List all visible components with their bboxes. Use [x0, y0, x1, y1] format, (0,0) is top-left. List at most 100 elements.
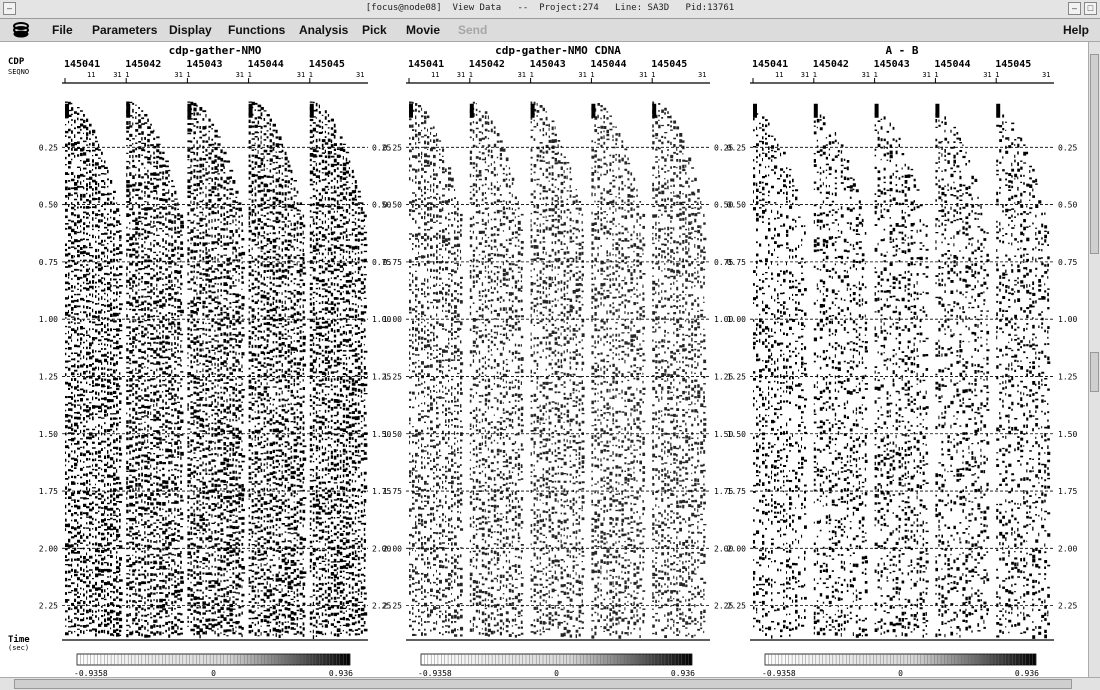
- first-break-event: [652, 103, 657, 118]
- seqno-tick-label: 31: [801, 71, 809, 79]
- seqno-tick-label: 1: [469, 71, 473, 79]
- time-unit-label: (sec): [8, 644, 29, 652]
- seismic-gather-traces: [248, 101, 307, 638]
- colorbar-mid-label: 0: [898, 669, 903, 677]
- seqno-tick-label: 31: [236, 71, 244, 79]
- cdp-label: 145041: [408, 59, 444, 70]
- seismic-gather-traces: [409, 101, 464, 637]
- seqno-tick-label: 31: [639, 71, 647, 79]
- seqno-tick-label: 1: [248, 71, 252, 79]
- first-break-event: [248, 103, 253, 118]
- horizontal-scrollbar[interactable]: [0, 677, 1100, 690]
- cdp-label: 145044: [590, 59, 626, 70]
- colorbar-mid-label: 0: [554, 669, 559, 677]
- time-tick-label-right: 1.25: [1058, 372, 1077, 381]
- seismic-gather-traces: [65, 101, 123, 637]
- time-tick-label: 1.75: [39, 487, 58, 496]
- time-tick-label-right: 0.75: [1058, 258, 1077, 267]
- time-tick-label: 1.25: [727, 372, 746, 381]
- time-tick-label: 1.00: [727, 315, 746, 324]
- time-tick-label: 2.00: [727, 544, 746, 553]
- seismic-display: cdp-gather-NMO 145041 11 145042 31 1 145043 31 1…: [0, 42, 1086, 678]
- window-title: [focus@node08] View Data -- Project:274 …: [365, 3, 735, 13]
- time-tick-label-right: 2.00: [1058, 544, 1077, 553]
- seqno-tick-label: 1: [186, 71, 190, 79]
- cdp-axis-label: CDP: [8, 57, 25, 67]
- menu-file[interactable]: File: [52, 23, 73, 37]
- seqno-tick-label: 31: [457, 71, 465, 79]
- colorbar-min-label: -0.9358: [74, 669, 108, 677]
- menu-help[interactable]: Help: [1063, 23, 1089, 37]
- colorbar-max-label: 0.936: [1015, 669, 1039, 677]
- seismic-gather-traces: [530, 101, 585, 639]
- cdp-label: 145042: [125, 59, 161, 70]
- seqno-axis-label: SEQNO: [8, 68, 29, 76]
- seqno-tick-label: 1: [813, 71, 817, 79]
- time-tick-label: 2.25: [39, 602, 58, 611]
- time-tick-label-right: 1.50: [1058, 430, 1077, 439]
- first-break-event: [874, 103, 879, 118]
- cdp-label: 145045: [995, 59, 1031, 70]
- maximize-button[interactable]: □: [1084, 2, 1097, 15]
- seismic-plot[interactable]: cdp-gather-NMO1450411114504231 114504331 1…: [0, 42, 1086, 678]
- menu-parameters[interactable]: Parameters: [92, 23, 157, 37]
- time-tick-label: 0.50: [39, 201, 58, 210]
- time-tick-label: 2.00: [383, 544, 402, 553]
- seismic-gather-traces: [652, 101, 707, 638]
- time-tick-label: 0.50: [383, 201, 402, 210]
- cdp-label: 145041: [64, 59, 100, 70]
- seqno-tick-label: 31: [356, 71, 364, 79]
- menu-send: Send: [458, 23, 488, 37]
- menu-analysis[interactable]: Analysis: [299, 23, 348, 37]
- seqno-tick-label: 31: [297, 71, 305, 79]
- time-tick-label: 1.75: [383, 487, 402, 496]
- seqno-tick-label: 1: [934, 71, 938, 79]
- seismic-gather-traces: [935, 112, 990, 638]
- time-tick-label: 0.50: [727, 201, 746, 210]
- vertical-scrollbar[interactable]: [1088, 42, 1100, 677]
- time-tick-label: 1.25: [39, 372, 58, 381]
- vertical-scroll-handle[interactable]: [1090, 352, 1099, 392]
- first-break-event: [813, 103, 818, 118]
- seqno-tick-label: 31: [862, 71, 870, 79]
- first-break-event: [309, 103, 314, 118]
- time-tick-label: 1.00: [39, 315, 58, 324]
- time-tick-label: 0.75: [39, 258, 58, 267]
- panel-title: cdp-gather-NMO: [169, 44, 262, 57]
- cdp-label: 145044: [934, 59, 970, 70]
- seqno-tick-label: 31: [1042, 71, 1050, 79]
- colorbar-ticks: [420, 654, 693, 665]
- menu-movie[interactable]: Movie: [406, 23, 440, 37]
- time-tick-label: 0.25: [727, 143, 746, 152]
- menu-functions[interactable]: Functions: [228, 23, 285, 37]
- seismic-gather-traces: [753, 113, 808, 639]
- cdp-label: 145045: [651, 59, 687, 70]
- panel-title: cdp-gather-NMO CDNA: [495, 44, 621, 57]
- app-logo-icon[interactable]: [12, 22, 30, 38]
- seqno-tick-label: 31: [518, 71, 526, 79]
- time-tick-label: 0.75: [727, 258, 746, 267]
- first-break-event: [591, 103, 596, 118]
- time-tick-label: 1.75: [727, 487, 746, 496]
- time-tick-label: 1.50: [727, 430, 746, 439]
- minimize-button[interactable]: –: [1068, 2, 1081, 15]
- menu-pick[interactable]: Pick: [362, 23, 387, 37]
- panel-title: A - B: [885, 44, 918, 57]
- gather-panel-2[interactable]: cdp-gather-NMO CDNA1450411114504231 11450…: [383, 44, 734, 678]
- gather-panel-3[interactable]: A - B1450411114504231 114504331 114504431 1…: [727, 44, 1078, 678]
- gather-panel-1[interactable]: cdp-gather-NMO1450411114504231 114504331 1…: [39, 44, 392, 678]
- time-tick-label-right: 0.50: [1058, 201, 1077, 210]
- vertical-scroll-thumb[interactable]: [1090, 54, 1099, 254]
- horizontal-scroll-thumb[interactable]: [14, 679, 1072, 689]
- seqno-tick-label: 1: [530, 71, 534, 79]
- time-tick-label: 0.25: [39, 143, 58, 152]
- time-tick-label: 2.25: [383, 602, 402, 611]
- first-break-event: [753, 103, 757, 118]
- colorbar-mid-label: 0: [211, 669, 216, 677]
- seqno-tick-label: 31: [578, 71, 586, 79]
- time-tick-label-right: 2.25: [1058, 602, 1077, 611]
- seismic-gather-traces: [309, 101, 368, 639]
- seqno-tick-label: 31: [174, 71, 182, 79]
- menu-display[interactable]: Display: [169, 23, 212, 37]
- colorbar-ticks: [764, 654, 1037, 665]
